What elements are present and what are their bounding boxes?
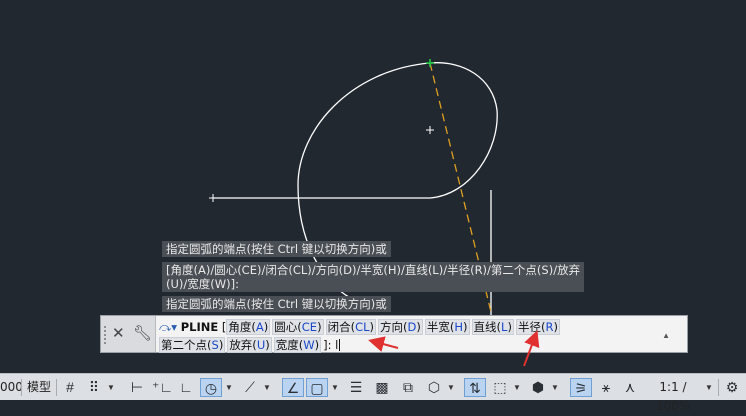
command-prompt-line-1: ⤼▾ PLINE [角度(A) 圆心(CE) 闭合(CL) 方向(D) 半宽(H) 直线(… [159, 319, 562, 335]
history-line-3: 指定圆弧的端点(按住 Ctrl 键以切换方向)或 [162, 296, 391, 312]
coordinate-readout: 000 [0, 380, 23, 394]
options-group-1: 角度(A) 圆心(CE) 闭合(CL) 方向(D) 半宽(H) 直线(L) 半径(R) [226, 319, 562, 335]
option-u[interactable]: 放弃(U) [227, 337, 272, 353]
arc-center-crosshair [426, 126, 434, 134]
option-key: CL [355, 320, 370, 334]
drag-handle[interactable] [104, 326, 110, 344]
history-line-2: [角度(A)/圆心(CE)/闭合(CL)/方向(D)/半宽(H)/直线(L)/半… [162, 262, 585, 292]
snap-icon[interactable]: ⠿ [84, 378, 104, 397]
option-tail: ) [314, 338, 320, 352]
separator [718, 379, 719, 396]
option-label: 放弃( [229, 338, 257, 352]
history-line-2a: [角度(A)/圆心(CE)/闭合(CL)/方向(D)/半宽(H)/直线(L)/半… [166, 263, 581, 277]
filter-dropdown-chevron-icon[interactable]: ▼ [512, 378, 522, 397]
selection-filter-icon[interactable]: ⬚ [490, 378, 510, 397]
recent-commands-icon[interactable]: ⤼▾ [159, 320, 177, 334]
annotation-scale-value[interactable]: 1:1 / 100% [644, 378, 702, 413]
option-label: 宽度( [275, 338, 304, 352]
3d-snap-dropdown-chevron-icon[interactable]: ▼ [446, 378, 456, 397]
object-snap-tracking-icon[interactable]: ∠ [282, 378, 304, 397]
option-tail: ) [553, 320, 558, 334]
option-r[interactable]: 半径(R) [515, 319, 560, 335]
option-tail: ) [463, 320, 468, 334]
lineweight-icon[interactable]: ☰ [346, 378, 366, 397]
close-bracket: ]: [323, 338, 332, 352]
selection-cycling-icon[interactable]: ⧉ [398, 378, 418, 397]
polar-icon[interactable]: ◷ [200, 378, 222, 397]
options-group-2: 第二个点(S) 放弃(U) 宽度(W) [159, 337, 323, 353]
gear-icon[interactable]: ⚙ [722, 378, 742, 397]
dynamic-ucs-icon[interactable]: ⇅ [464, 378, 486, 397]
3d-object-snap-icon[interactable]: ⬡ [424, 378, 444, 397]
gizmo-icon[interactable]: ⬢ [528, 378, 548, 397]
dynamic-input-icon[interactable]: ⁺∟ [152, 378, 173, 397]
command-line[interactable]: ✕ 🔧︎ ⤼▾ PLINE [角度(A) 圆心(CE) 闭合(CL) 方向(D) 半宽(… [100, 315, 688, 353]
endpoint-grip-marker [426, 59, 434, 67]
option-label: 角度( [228, 320, 256, 334]
start-point-marker [209, 194, 217, 202]
option-key: A [255, 320, 264, 334]
command-input-value[interactable]: l [335, 338, 338, 352]
option-key: U [256, 338, 266, 352]
option-l[interactable]: 直线(L) [471, 319, 514, 335]
separator [56, 379, 57, 396]
close-icon[interactable]: ✕ [112, 326, 125, 342]
command-input-area[interactable]: ⤼▾ PLINE [角度(A) 圆心(CE) 闭合(CL) 方向(D) 半宽(H) 直线(… [157, 317, 673, 353]
option-tail: ) [265, 338, 270, 352]
option-cl[interactable]: 闭合(CL) [325, 319, 377, 335]
option-key: W [303, 338, 315, 352]
option-tail: ) [416, 320, 421, 334]
option-tail: ) [317, 320, 322, 334]
separator [21, 379, 22, 396]
option-key: H [454, 320, 464, 334]
status-bar: 000 模型 # ⠿ ▼ ⊢ ⁺∟ ∟ ◷ ▼ ⟋ ▼ ∠ ▢ ▼ ☰ ▩ ⧉ … [0, 373, 746, 413]
isometric-icon[interactable]: ⟋ [240, 378, 260, 397]
option-tail: ) [369, 320, 375, 334]
option-tail: ) [218, 338, 224, 352]
option-h[interactable]: 半宽(H) [424, 319, 470, 335]
object-snap-icon[interactable]: ▢ [306, 378, 328, 397]
option-key: CE [301, 320, 318, 334]
option-label: 第二个点( [161, 338, 212, 352]
history-line-1: 指定圆弧的端点(按住 Ctrl 键以切换方向)或 [162, 241, 391, 257]
option-ce[interactable]: 圆心(CE) [272, 319, 324, 335]
option-label: 闭合( [327, 320, 356, 334]
model-space-button[interactable]: 模型 [24, 378, 54, 397]
gizmo-dropdown-chevron-icon[interactable]: ▼ [550, 378, 560, 397]
option-label: 方向( [380, 320, 408, 334]
option-s[interactable]: 第二个点(S) [159, 337, 226, 353]
isometric-dropdown-chevron-icon[interactable]: ▼ [262, 378, 272, 397]
transparency-icon[interactable]: ▩ [372, 378, 392, 397]
command-line-controls: ✕ 🔧︎ [101, 316, 156, 352]
text-caret [339, 339, 341, 351]
option-d[interactable]: 方向(D) [378, 319, 423, 335]
auto-scale-icon[interactable]: ⚹ [596, 378, 616, 397]
option-label: 圆心( [274, 320, 302, 334]
history-line-2b: (U)/宽度(W)]: [166, 277, 239, 291]
option-label: 直线( [473, 320, 502, 334]
scale-dropdown-chevron-icon[interactable]: ▼ [704, 378, 714, 397]
polar-dropdown-chevron-icon[interactable]: ▼ [224, 378, 234, 397]
option-tail: ) [263, 320, 269, 334]
wrench-icon[interactable]: 🔧︎ [133, 326, 152, 342]
command-name: PLINE [180, 320, 219, 334]
object-snap-dropdown-chevron-icon[interactable]: ▼ [330, 378, 340, 397]
option-a[interactable]: 角度(A) [226, 319, 271, 335]
option-tail: ) [507, 320, 512, 334]
option-label: 半径( [517, 320, 546, 334]
option-w[interactable]: 宽度(W) [273, 337, 322, 353]
option-key: S [211, 338, 219, 352]
snap-dropdown-chevron-icon[interactable]: ▼ [106, 378, 116, 397]
infer-constraints-icon[interactable]: ⊢ [126, 378, 148, 397]
history-scroll-up-icon[interactable]: ▲ [662, 331, 670, 340]
option-label: 半宽( [426, 320, 455, 334]
annotation-scale-icon[interactable]: ⋏ [620, 378, 640, 397]
command-prompt-line-2: 第二个点(S) 放弃(U) 宽度(W)]: l [159, 337, 341, 353]
ortho-icon[interactable]: ∟ [176, 378, 196, 397]
grid-icon[interactable]: # [60, 378, 80, 397]
annotation-visibility-icon[interactable]: ⚞ [570, 378, 592, 397]
